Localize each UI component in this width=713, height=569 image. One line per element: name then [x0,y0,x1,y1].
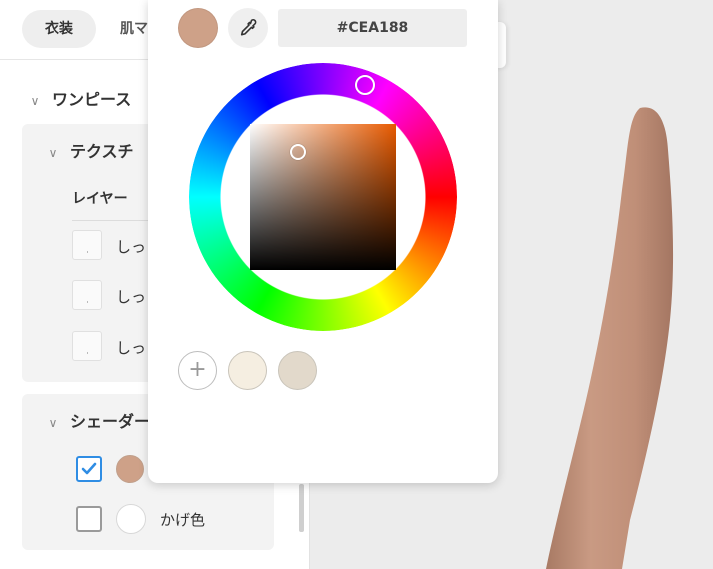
chevron-down-icon: ∨ [48,416,58,430]
section-shader[interactable]: ∨ シェーダー [46,408,150,432]
shader-checkbox-1[interactable] [76,456,102,482]
shader-color-swatch-2[interactable] [116,504,146,534]
layer-thumbnail [72,230,102,260]
section-texture-label: テクスチ [70,142,134,161]
saved-swatch-2[interactable] [278,351,317,390]
hex-color-input[interactable] [278,9,467,47]
saturation-value-square[interactable] [250,124,396,270]
check-icon [81,462,97,475]
shader-color-swatch-1[interactable] [116,455,144,483]
section-shader-label: シェーダー [70,412,151,431]
section-texture[interactable]: ∨ テクスチ [46,138,134,162]
layer-header: レイヤー [72,191,128,207]
shadow-color-label: かげ色 [160,511,206,529]
tab-costume[interactable]: 衣装 [22,10,96,48]
section-onepiece-label: ワンピース [52,90,132,109]
saturation-value-handle[interactable] [290,144,306,160]
layer-thumbnail [72,280,102,310]
section-onepiece[interactable]: ∨ ワンピース [28,86,132,110]
hue-handle[interactable] [355,75,375,95]
add-swatch-button[interactable]: + [178,351,217,390]
scrollbar[interactable] [299,484,304,532]
color-picker-popover: + [148,0,498,483]
chevron-down-icon: ∨ [30,94,40,108]
eyedropper-icon [240,19,257,36]
layer-label: しっ [116,288,147,306]
layer-thumbnail [72,331,102,361]
current-color-swatch [178,8,218,48]
layer-label: しっ [116,238,147,256]
saved-swatch-1[interactable] [228,351,267,390]
layer-label: しっ [116,339,147,357]
shader-checkbox-2[interactable] [76,506,102,532]
chevron-down-icon: ∨ [48,146,58,160]
eyedropper-button[interactable] [228,8,268,48]
